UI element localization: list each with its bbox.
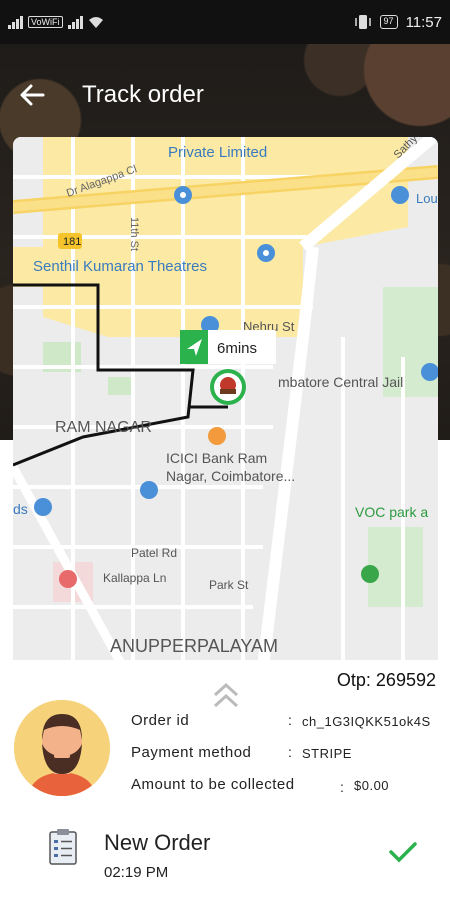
map-label-lou: Lou: [416, 191, 438, 206]
separator: :: [288, 712, 292, 728]
map-label-kallappa: Kallappa Ln: [103, 571, 166, 585]
app-toolbar: Track order: [0, 70, 450, 120]
battery-indicator: 97: [379, 15, 398, 29]
chevron-up-icon[interactable]: [212, 682, 240, 708]
check-icon: [389, 842, 417, 863]
map-label-icici-2: Nagar, Coimbatore...: [166, 468, 295, 484]
map-label-park: Park St: [209, 578, 249, 592]
map-label-jail: mbatore Central Jail: [278, 374, 403, 390]
eta-bubble: 6mins: [180, 330, 276, 364]
signal-icon-2: [67, 15, 83, 29]
network-label: VoWiFi: [28, 16, 63, 28]
order-id-label: Order id: [131, 712, 190, 729]
order-status-title: New Order: [104, 830, 211, 855]
svg-text:181: 181: [63, 236, 81, 248]
map-pin-icon: [361, 565, 379, 583]
map-pin-icon: [391, 186, 409, 204]
map-label-icici-1: ICICI Bank Ram: [166, 450, 267, 466]
svg-text:6mins: 6mins: [217, 340, 257, 357]
amount-value: $0.00: [354, 778, 390, 793]
payment-method-value: STRIPE: [302, 746, 352, 761]
amount-label: Amount to be collected: [131, 776, 295, 793]
page-title: Track order: [82, 81, 204, 108]
vibrate-icon: [354, 15, 371, 29]
map-pin-icon: [257, 244, 275, 262]
map-pin-icon: [208, 427, 226, 445]
map-pin-icon: [140, 481, 158, 499]
map-pin-icon: [34, 498, 52, 516]
delivery-rider-icon: [210, 369, 246, 405]
checklist-icon: [49, 829, 77, 865]
status-bar: VoWiFi 97 11:57: [0, 0, 450, 44]
map-label-ds: ds: [13, 501, 28, 517]
map-pin-icon: [59, 570, 77, 588]
wifi-icon: [88, 17, 103, 28]
map-label-private-limited: Private Limited: [168, 144, 267, 161]
map-label-eleventh-st: 11th St: [128, 217, 140, 251]
payment-method-label: Payment method: [131, 744, 252, 761]
signal-icon: [8, 15, 23, 29]
map-label-ram-nagar: RAM NAGAR: [55, 419, 152, 436]
map-label-theatre: Senthil Kumaran Theatres: [33, 258, 207, 275]
order-id-value: ch_1G3IQKK51ok4S: [302, 714, 431, 729]
map-view[interactable]: Private Limited Dr Alagappa Cl 11th St S…: [13, 137, 438, 667]
order-status-time: 02:19 PM: [104, 864, 169, 881]
arrow-left-icon[interactable]: [12, 75, 52, 115]
map-pin-icon: [174, 186, 192, 204]
avatar: [14, 700, 110, 796]
clock: 11:57: [405, 13, 442, 31]
separator: :: [288, 744, 292, 760]
separator: :: [340, 779, 344, 795]
map-label-voc: VOC park a: [355, 504, 428, 520]
otp-label: Otp: 269592: [336, 670, 436, 690]
order-sheet: Otp: 269592 Order id : ch_1G3IQKK51ok4S …: [0, 660, 450, 900]
map-label-patel: Patel Rd: [131, 546, 177, 560]
road-shield-181: 181: [58, 233, 82, 249]
map-label-anupper: ANUPPERPALAYAM: [110, 636, 278, 656]
